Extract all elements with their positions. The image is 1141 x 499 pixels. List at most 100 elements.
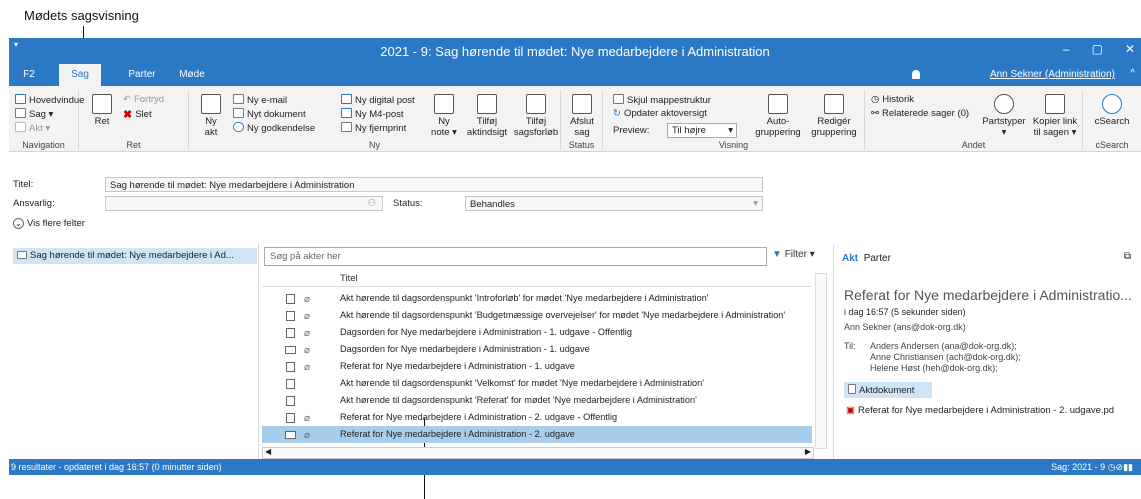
user-link[interactable]: Ann Sekner (Administration)	[990, 69, 1115, 80]
akt-button[interactable]: Akt ▾	[15, 122, 50, 134]
search-input[interactable]: Søg på akter her	[264, 247, 767, 266]
titel-field[interactable]: Sag hørende til mødet: Nye medarbejdere …	[105, 177, 763, 192]
person-picker-icon[interactable]: ⚇	[367, 198, 376, 209]
history-icon: ◷	[871, 94, 880, 105]
tab-sag[interactable]: Sag	[59, 64, 101, 86]
list-item[interactable]: ⌀ Dagsorden for Nye medarbejdere i Admini…	[262, 341, 812, 358]
fortryd-button[interactable]: ↶ Fortryd	[123, 94, 164, 105]
rediger-gruppering-button[interactable]: Redigér gruppering	[807, 94, 861, 138]
skjul-mappestruktur-button[interactable]: Skjul mappestruktur	[613, 94, 711, 106]
tab-parter[interactable]: Parter	[119, 64, 165, 86]
document-icon	[286, 379, 295, 389]
ansvarlig-field[interactable]: ⚇	[105, 196, 383, 211]
csearch-button[interactable]: cSearch	[1089, 94, 1135, 127]
ny-fjernprint-button[interactable]: Ny fjernprint	[341, 122, 406, 134]
print-icon	[341, 122, 352, 132]
tilfoj-aktindsigt-button[interactable]: Tilføj aktindsigt	[465, 94, 509, 138]
document-icon	[286, 311, 295, 321]
sag-button[interactable]: Sag ▾	[15, 108, 53, 120]
tab-akt[interactable]: Akt	[842, 253, 858, 264]
minimize-button[interactable]: –	[1063, 42, 1070, 56]
chevron-down-icon: ▾	[728, 125, 733, 136]
search-icon	[1102, 94, 1122, 114]
maximize-button[interactable]: ▢	[1092, 42, 1103, 56]
group-label-status: Status	[568, 140, 595, 150]
opdater-aktoversigt-button[interactable]: ↻ Opdater aktoversigt	[613, 108, 707, 119]
tab-f2[interactable]: F2	[9, 64, 49, 86]
refresh-icon: ↻	[613, 108, 621, 119]
attachment-pdf[interactable]: ▣ Referat for Nye medarbejdere i Administ…	[846, 405, 1114, 416]
relaterede-sager-button[interactable]: ⚯ Relaterede sager (0)	[871, 108, 969, 119]
popout-icon[interactable]: ⧉	[1124, 251, 1131, 262]
vis-flere-felter-button[interactable]: ⌄ Vis flere felter	[13, 218, 85, 229]
hovedvindue-button[interactable]: Hovedvindue	[15, 94, 84, 106]
group-label-ny: Ny	[369, 140, 380, 150]
ny-m4-post-button[interactable]: Ny M4-post	[341, 108, 404, 120]
list-item[interactable]: ⌀ Referat for Nye medarbejdere i Administ…	[262, 358, 812, 375]
document-icon	[286, 362, 295, 372]
collapse-ribbon-icon[interactable]: ^	[1130, 68, 1135, 79]
ansvarlig-label: Ansvarlig:	[13, 198, 55, 209]
tab-mode[interactable]: Møde	[174, 64, 210, 86]
partstyper-button[interactable]: Partstyper ▾	[981, 94, 1027, 138]
vertical-scrollbar[interactable]	[815, 273, 827, 449]
recipient: Helene Høst (heh@dok-org.dk);	[870, 363, 998, 373]
ny-godkendelse-button[interactable]: Ny godkendelse	[233, 122, 315, 134]
scroll-left-icon[interactable]: ◀	[265, 447, 271, 456]
note-icon	[434, 94, 454, 114]
attachment-aktdokument[interactable]: Aktdokument	[844, 382, 932, 398]
list-item[interactable]: Akt hørende til dagsordenspunkt 'Velkoms…	[262, 375, 812, 392]
kopier-link-button[interactable]: Kopier link til sagen ▾	[1029, 94, 1081, 138]
list-item[interactable]: ⌀ Referat for Nye medarbejdere i Administ…	[262, 426, 812, 443]
list-item-title: Akt hørende til dagsordenspunkt 'Budgetm…	[340, 310, 786, 320]
ny-akt-button[interactable]: Ny akt	[197, 94, 225, 138]
scroll-right-icon[interactable]: ▶	[805, 447, 811, 456]
callout-label: Mødets sagsvisning	[24, 8, 139, 23]
auto-group-icon	[768, 94, 788, 114]
document-icon	[286, 396, 295, 406]
auto-gruppering-button[interactable]: Auto-gruppering	[753, 94, 803, 138]
case-icon	[17, 251, 27, 259]
status-icons: ◷⊘▮▮	[1107, 462, 1133, 472]
group-label-csearch: cSearch	[1095, 140, 1129, 150]
tilfoj-sagsforlob-button[interactable]: Tilføj sagsforløb	[513, 94, 559, 138]
close-button[interactable]: ✕	[1125, 42, 1135, 56]
window-title: 2021 - 9: Sag hørende til mødet: Nye med…	[380, 44, 770, 59]
tree-item-case[interactable]: Sag hørende til mødet: Nye medarbejdere …	[13, 248, 257, 264]
column-header-titel[interactable]: Titel	[262, 273, 812, 287]
close-case-icon	[572, 94, 592, 114]
historik-button[interactable]: ◷ Historik	[871, 94, 914, 105]
list-item[interactable]: ⌀ Referat for Nye medarbejdere i Administ…	[262, 409, 812, 426]
preview-select[interactable]: Til højre ▾	[667, 123, 737, 138]
ny-digital-post-button[interactable]: Ny digital post	[341, 94, 415, 106]
document-icon	[15, 122, 26, 132]
document-icon	[286, 328, 295, 338]
filter-button[interactable]: ▼ Filter ▾	[772, 249, 815, 260]
edit-icon	[92, 94, 112, 114]
list-item-title: Akt hørende til dagsordenspunkt 'Introfo…	[340, 293, 709, 303]
status-text: 9 resultater - opdateret i dag 16:57 (0 …	[11, 462, 222, 472]
ny-note-button[interactable]: Ny note ▾	[427, 94, 461, 138]
tab-parter[interactable]: Parter	[864, 253, 891, 264]
document-icon	[286, 294, 295, 304]
digital-post-icon	[341, 94, 352, 104]
slet-button[interactable]: ✖ Slet	[123, 108, 152, 121]
ret-button[interactable]: Ret	[87, 94, 117, 127]
case-number: Sag: 2021 - 9	[1051, 462, 1106, 472]
list-item-title: Referat for Nye medarbejdere i Administr…	[340, 361, 575, 371]
email-icon	[233, 94, 244, 104]
list-item[interactable]: Akt hørende til dagsordenspunkt 'Referat…	[262, 392, 812, 409]
list-item[interactable]: ⌀ Dagsorden for Nye medarbejdere i Admini…	[262, 324, 812, 341]
user-icon	[912, 70, 920, 79]
list-item[interactable]: ⌀ Akt hørende til dagsordenspunkt 'Budget…	[262, 307, 812, 324]
horizontal-scrollbar[interactable]: ◀ ▶	[262, 447, 814, 459]
new-document-icon	[201, 94, 221, 114]
group-visning: Skjul mappestruktur ↻ Opdater aktoversigt…	[603, 90, 865, 150]
document-list: Søg på akter her ▼ Filter ▾ Titel ⌀ Akt h…	[262, 245, 828, 459]
nyt-dokument-button[interactable]: Nyt dokument	[233, 108, 306, 120]
status-select[interactable]: Behandles ▾	[465, 196, 763, 211]
afslut-sag-button[interactable]: Afslut sag	[565, 94, 599, 138]
attachment-icon: ⌀	[304, 311, 311, 322]
ny-email-button[interactable]: Ny e-mail	[233, 94, 287, 106]
list-item[interactable]: ⌀ Akt hørende til dagsordenspunkt 'Introf…	[262, 290, 812, 307]
